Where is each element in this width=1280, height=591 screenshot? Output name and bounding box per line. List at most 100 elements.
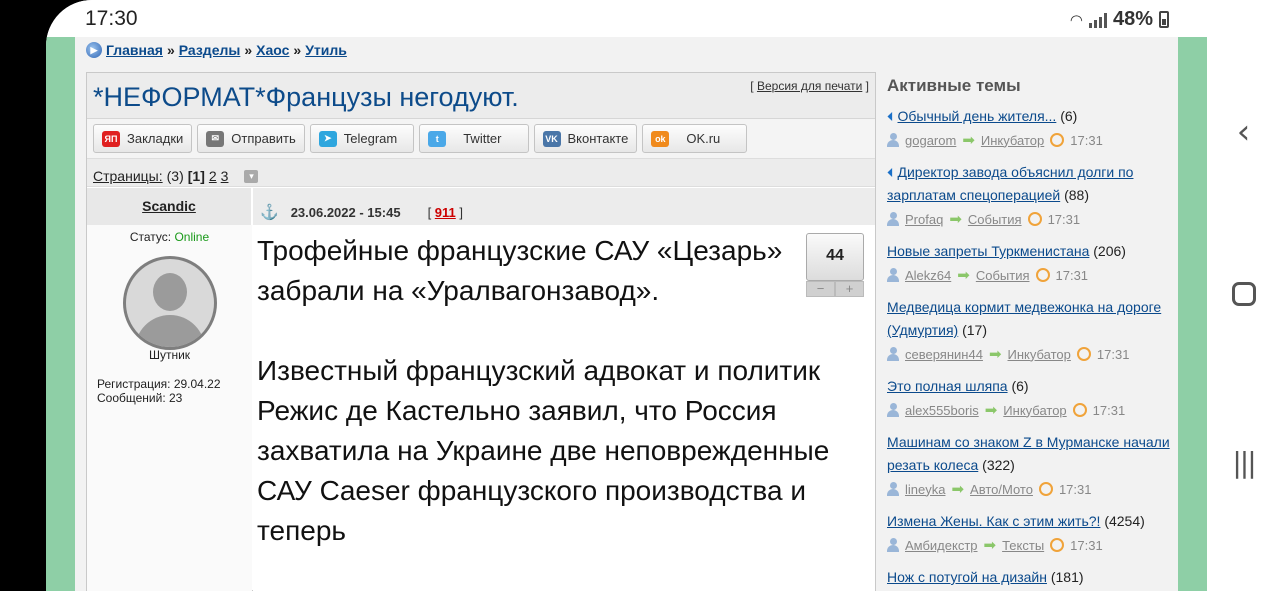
avatar-body-shape bbox=[135, 315, 205, 347]
breadcrumb-separator: » bbox=[166, 42, 175, 58]
pages-dropdown-icon[interactable]: ▾ bbox=[244, 169, 259, 183]
post-number-link[interactable]: 911 bbox=[435, 205, 456, 220]
topic-user-link[interactable]: gogarom bbox=[905, 133, 956, 148]
topic-time: 17:31 bbox=[1047, 211, 1081, 227]
breadcrumb: ▶ Главная » Разделы » Хаос » Утиль bbox=[86, 42, 347, 58]
battery-percent: 48% bbox=[1112, 8, 1153, 30]
active-topic-title-row: Новые запреты Туркменистана (206) bbox=[887, 240, 1172, 263]
clock-icon bbox=[1035, 268, 1050, 282]
active-topic-link[interactable]: Измена Жены. Как с этим жить?! bbox=[887, 513, 1100, 529]
status-bar: 17:30 ◠ 48% bbox=[46, 0, 1207, 37]
active-topic-link[interactable]: Медведица кормит медвежонка на дороге (У… bbox=[887, 299, 1161, 338]
share-vk-button[interactable]: VK Вконтакте bbox=[533, 124, 638, 153]
topic-section-link[interactable]: События bbox=[976, 268, 1030, 283]
active-topic-title-row: Нож с потугой на дизайн (181) bbox=[887, 566, 1172, 589]
clock: 17:30 bbox=[85, 7, 138, 30]
share-label: Twitter bbox=[463, 131, 502, 146]
topic-user-link[interactable]: Амбидекстр bbox=[905, 538, 978, 553]
active-topic-item: Новые запреты Туркменистана (206) Alekz64… bbox=[887, 240, 1172, 287]
back-icon[interactable]: ‹ bbox=[1207, 112, 1280, 152]
active-topic-link[interactable]: Новые запреты Туркменистана bbox=[887, 243, 1089, 259]
pages-label[interactable]: Страницы: bbox=[93, 168, 163, 184]
rating-minus-button[interactable]: − bbox=[806, 281, 835, 297]
user-icon bbox=[887, 133, 899, 147]
active-topic-link[interactable]: Нож с потугой на дизайн bbox=[887, 569, 1047, 585]
author-info: Статус: Online Шутник Регистрация: 29.04… bbox=[87, 225, 252, 591]
share-twitter-button[interactable]: t Twitter bbox=[419, 124, 529, 153]
print-version: [ Версия для печати ] bbox=[750, 79, 869, 93]
post-text: Трофейные французские САУ «Цезарь» забра… bbox=[257, 231, 857, 551]
active-topic-count: (88) bbox=[1064, 187, 1089, 203]
breadcrumb-home[interactable]: Главная bbox=[106, 42, 163, 58]
active-topic-link[interactable]: Это полная шляпа bbox=[887, 378, 1008, 394]
rating-plus-button[interactable]: + bbox=[835, 281, 864, 297]
topic-user-link[interactable]: lineyka bbox=[905, 482, 945, 497]
user-icon bbox=[887, 538, 899, 552]
home-icon: ▶ bbox=[86, 42, 102, 58]
arrow-right-icon: ➡ bbox=[949, 211, 962, 228]
rating-value: 44 bbox=[806, 233, 864, 281]
current-page: [1] bbox=[187, 168, 205, 184]
topic-section-link[interactable]: Инкубатор bbox=[1003, 403, 1066, 418]
topic-user-link[interactable]: Alekz64 bbox=[905, 268, 951, 283]
share-label: Закладки bbox=[127, 131, 184, 146]
clock-icon bbox=[1072, 403, 1087, 417]
battery-icon bbox=[1159, 11, 1169, 28]
home-button-icon[interactable] bbox=[1207, 282, 1280, 311]
status-label: Статус: bbox=[129, 230, 172, 244]
active-topic-count: (322) bbox=[982, 457, 1015, 473]
active-topic-item: Измена Жены. Как с этим жить?! (4254) Амб… bbox=[887, 510, 1172, 557]
post-paragraph: Известный французский адвокат и политик … bbox=[257, 355, 830, 546]
active-topic-meta: gogarom ➡ Инкубатор 17:31 bbox=[887, 128, 1172, 152]
topic-section-link[interactable]: Авто/Мото bbox=[970, 482, 1033, 497]
avatar-head-shape bbox=[153, 273, 187, 311]
topic-section-link[interactable]: Инкубатор bbox=[1008, 347, 1071, 362]
page-margin-right bbox=[1178, 37, 1207, 591]
breadcrumb-trash[interactable]: Утиль bbox=[305, 42, 347, 58]
active-topic-meta: северянин44 ➡ Инкубатор 17:31 bbox=[887, 342, 1172, 366]
topic-user-link[interactable]: alex555boris bbox=[905, 403, 979, 418]
topic-time: 17:31 bbox=[1096, 346, 1130, 362]
page-link-2[interactable]: 2 bbox=[209, 168, 217, 184]
share-telegram-button[interactable]: ➤ Telegram bbox=[309, 124, 415, 153]
active-topic-link[interactable]: Машинам со знаком Z в Мурманске начали р… bbox=[887, 434, 1170, 473]
anchor-icon[interactable]: ⚓ bbox=[260, 203, 279, 221]
active-topic-link[interactable]: Обычный день жителя... bbox=[898, 108, 1057, 124]
topic-user-link[interactable]: северянин44 bbox=[905, 347, 983, 362]
share-ok-button[interactable]: ok OK.ru bbox=[642, 124, 748, 153]
active-topic-item: ⏴ Директор завода объяснил долги по зарпл… bbox=[887, 161, 1172, 231]
active-topic-title-row: ⏴ Директор завода объяснил долги по зарпл… bbox=[887, 161, 1172, 207]
topic-section-link[interactable]: Инкубатор bbox=[981, 133, 1044, 148]
breadcrumb-sections[interactable]: Разделы bbox=[179, 42, 241, 58]
clock-icon bbox=[1076, 347, 1091, 361]
active-topics-heading: Активные темы bbox=[887, 76, 1021, 95]
active-topic-title-row: Машинам со знаком Z в Мурманске начали р… bbox=[887, 431, 1172, 477]
arrow-right-icon: ➡ bbox=[984, 402, 998, 419]
topic-header: *НЕФОРМАТ*Французы негодуют. [ Версия дл… bbox=[87, 73, 875, 119]
author-link[interactable]: Scandic bbox=[142, 198, 196, 214]
post-body: Трофейные французские САУ «Цезарь» забра… bbox=[253, 225, 875, 591]
topic-section-link[interactable]: Тексты bbox=[1002, 538, 1044, 553]
topic-user-link[interactable]: Profaq bbox=[905, 212, 943, 227]
share-email-button[interactable]: ✉ Отправить bbox=[197, 124, 305, 153]
active-topic-link[interactable]: Директор завода объяснил долги по зарпла… bbox=[887, 164, 1133, 203]
active-topic-title-row: Измена Жены. Как с этим жить?! (4254) bbox=[887, 510, 1172, 533]
breadcrumb-chaos[interactable]: Хаос bbox=[256, 42, 289, 58]
recent-apps-icon[interactable]: ||| bbox=[1207, 446, 1280, 479]
active-topic-title-row: Медведица кормит медвежонка на дороге (У… bbox=[887, 296, 1172, 342]
page-margin-left bbox=[46, 37, 75, 591]
topic-section-link[interactable]: События bbox=[968, 212, 1022, 227]
active-topic-title-row: Это полная шляпа (6) bbox=[887, 375, 1172, 398]
page-link-3[interactable]: 3 bbox=[221, 168, 229, 184]
avatar[interactable] bbox=[123, 256, 217, 350]
user-icon bbox=[887, 403, 899, 417]
user-icon bbox=[887, 482, 899, 496]
registration-date: Регистрация: 29.04.22 bbox=[97, 377, 221, 391]
active-topic-item: Медведица кормит медвежонка на дороге (У… bbox=[887, 296, 1172, 366]
share-bookmarks-button[interactable]: ЯП Закладки bbox=[93, 124, 193, 153]
author-stats: Регистрация: 29.04.22 Сообщений: 23 bbox=[97, 377, 221, 405]
print-version-link[interactable]: Версия для печати bbox=[757, 79, 862, 93]
topic-time: 17:31 bbox=[1058, 481, 1092, 497]
topic-panel: *НЕФОРМАТ*Французы негодуют. [ Версия дл… bbox=[86, 72, 876, 591]
status-icons: ◠ 48% bbox=[1070, 8, 1169, 31]
